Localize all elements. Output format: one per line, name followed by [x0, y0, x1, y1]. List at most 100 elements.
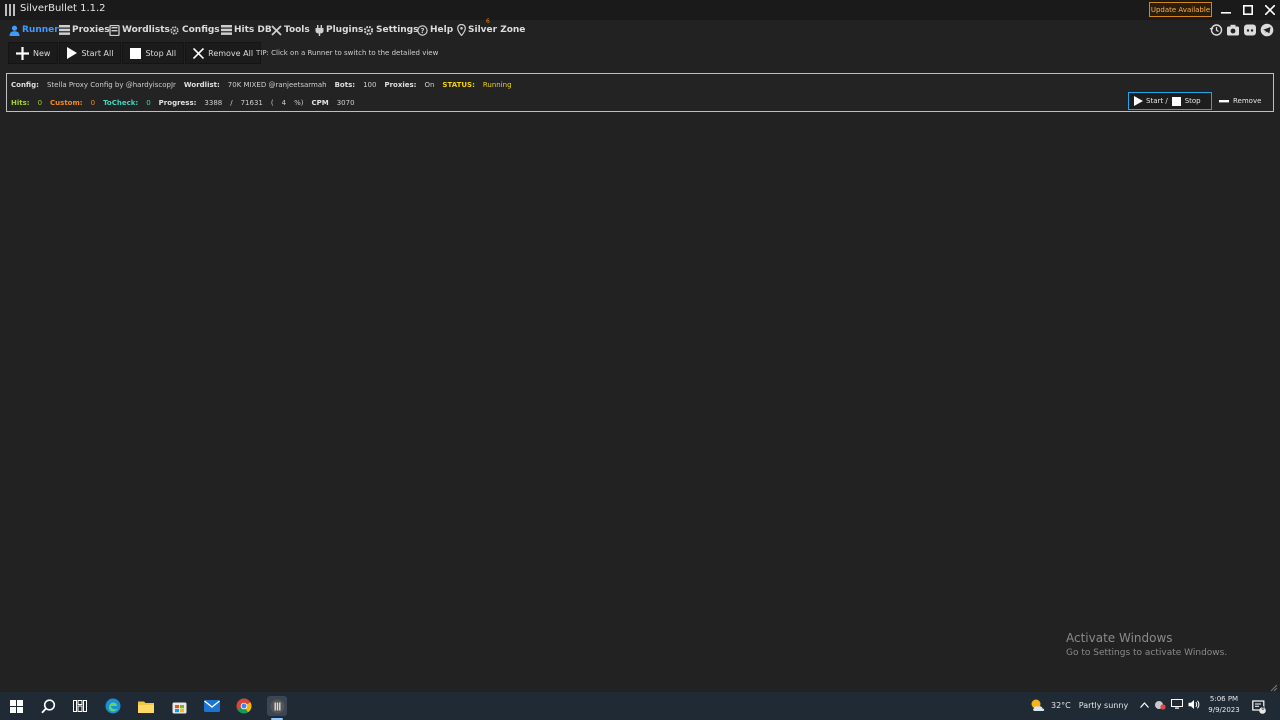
database-icon — [221, 25, 232, 35]
menu-proxies[interactable]: Proxies — [59, 23, 110, 37]
main-menu: Runner Proxies Wordlists Configs Hits DB… — [0, 20, 1280, 40]
menu-configs-label: Configs — [182, 25, 220, 35]
camera-icon[interactable] — [1226, 23, 1240, 37]
notification-center-icon[interactable]: 8 — [1252, 699, 1266, 714]
maximize-icon[interactable] — [1239, 2, 1257, 18]
weather-widget[interactable]: 32°C Partly sunny — [1030, 698, 1128, 712]
config-value: Stella Proxy Config by @hardyiscopJr — [46, 81, 176, 89]
start-stop-button[interactable]: Start / Stop — [1128, 92, 1212, 110]
activate-windows-title: Activate Windows — [1066, 631, 1173, 645]
remove-label: Remove — [1233, 97, 1262, 105]
tocheck-value: 0 — [146, 99, 151, 107]
user-icon — [9, 25, 20, 36]
activate-windows-subtitle: Go to Settings to activate Windows. — [1066, 648, 1228, 658]
discord-icon[interactable] — [1243, 23, 1257, 37]
minus-icon — [1219, 99, 1229, 102]
play-icon — [1134, 96, 1143, 106]
start-all-button[interactable]: Start All — [59, 42, 122, 64]
task-view-icon[interactable] — [70, 696, 90, 716]
clock-time: 5:06 PM — [1209, 695, 1239, 703]
x-icon — [193, 47, 205, 59]
system-tray — [1140, 699, 1200, 710]
resize-grip-icon[interactable] — [1270, 684, 1278, 692]
cpm-label: CPM — [311, 99, 329, 107]
telegram-icon[interactable] — [1260, 23, 1274, 37]
stop-icon — [130, 47, 142, 59]
menu-plugins[interactable]: Plugins — [315, 23, 363, 37]
menu-wordlists-label: Wordlists — [122, 25, 170, 35]
stop-all-button-label: Stop All — [145, 48, 177, 58]
clock-date: 9/9/2023 — [1208, 706, 1240, 714]
plug-icon — [315, 24, 324, 36]
weather-temperature: 32°C — [1051, 700, 1071, 710]
menu-runner[interactable]: Runner — [9, 23, 59, 37]
remove-runner-button[interactable]: Remove — [1214, 92, 1271, 110]
silverbullet-taskbar-icon[interactable] — [267, 696, 287, 716]
microsoft-store-icon[interactable] — [169, 696, 189, 716]
network-icon[interactable] — [1171, 699, 1183, 710]
proxies-value: On — [424, 81, 435, 89]
tocheck-label: ToCheck: — [103, 99, 139, 107]
close-icon[interactable] — [1261, 2, 1279, 18]
silver-zone-badge: 6 — [486, 18, 490, 25]
progress-total: 71631 — [240, 99, 263, 107]
proxies-label: Proxies: — [384, 81, 417, 89]
update-available-button[interactable]: Update Available — [1149, 2, 1212, 17]
help-icon: ? — [417, 24, 428, 36]
progress-done: 3388 — [204, 99, 223, 107]
chevron-up-icon[interactable] — [1140, 701, 1149, 708]
bots-label: Bots: — [334, 81, 356, 89]
stop-icon — [1171, 96, 1181, 106]
menu-help-label: Help — [430, 25, 454, 35]
menu-tools[interactable]: Tools — [271, 23, 310, 37]
location-icon — [457, 24, 466, 36]
svg-text:?: ? — [420, 27, 424, 35]
volume-icon[interactable] — [1188, 699, 1200, 710]
server-icon — [59, 25, 70, 35]
chrome-icon[interactable] — [234, 696, 254, 716]
progress-paren-close: %) — [294, 99, 304, 107]
history-icon[interactable] — [1209, 23, 1223, 37]
title-bar: SilverBullet 1.1.2 Update Available — [0, 0, 1280, 20]
minimize-icon[interactable] — [1217, 2, 1235, 18]
start-all-button-label: Start All — [81, 48, 114, 58]
wordlist-value: 70K MIXED @ranjeetsarmah — [227, 81, 327, 89]
search-icon[interactable] — [38, 696, 58, 716]
config-label: Config: — [11, 81, 39, 89]
custom-value: 0 — [90, 99, 96, 107]
runner-info-row: Config: Stella Proxy Config by @hardyisc… — [11, 79, 512, 91]
menu-hits-db-label: Hits DB — [234, 25, 272, 35]
play-icon — [67, 47, 78, 59]
progress-label: Progress: — [158, 99, 197, 107]
progress-percent: 4 — [281, 99, 287, 107]
wordlist-label: Wordlist: — [183, 81, 220, 89]
bots-value: 100 — [363, 81, 377, 89]
taskbar-clock[interactable]: 5:06 PM 9/9/2023 — [1201, 694, 1247, 716]
menu-hits-db[interactable]: Hits DB — [221, 23, 272, 37]
progress-paren-open: ( — [270, 99, 274, 107]
menu-silver-zone[interactable]: Silver Zone — [457, 23, 525, 37]
mail-icon[interactable] — [202, 696, 222, 716]
menu-settings[interactable]: Settings — [363, 23, 418, 37]
edge-browser-icon[interactable] — [103, 696, 123, 716]
tools-icon — [271, 24, 282, 36]
partly-sunny-icon — [1031, 699, 1045, 711]
start-label: Start / — [1146, 97, 1168, 105]
file-explorer-icon[interactable] — [136, 696, 156, 716]
menu-wordlists[interactable]: Wordlists — [109, 23, 170, 37]
runner-tip: TIP: Click on a Runner to switch to the … — [256, 49, 439, 57]
runner-card[interactable]: Config: Stella Proxy Config by @hardyisc… — [6, 73, 1274, 112]
silverbullet-logo-icon — [5, 4, 15, 16]
stop-all-button[interactable]: Stop All — [122, 42, 185, 64]
hits-value: 0 — [37, 99, 43, 107]
menu-plugins-label: Plugins — [326, 25, 364, 35]
new-button[interactable]: New — [8, 42, 59, 64]
menu-configs[interactable]: Configs — [169, 23, 220, 37]
antivirus-icon[interactable] — [1154, 699, 1166, 710]
menu-help[interactable]: ? Help — [417, 23, 453, 37]
weather-description: Partly sunny — [1078, 700, 1129, 710]
custom-label: Custom: — [50, 99, 83, 107]
activate-windows-watermark: Activate Windows Go to Settings to activ… — [1066, 631, 1227, 658]
remove-all-button[interactable]: Remove All — [185, 42, 262, 64]
windows-start-icon[interactable] — [6, 696, 26, 716]
